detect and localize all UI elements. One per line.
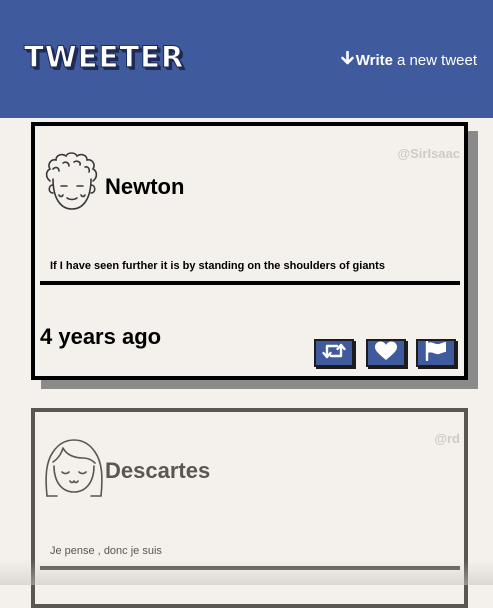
tweet-timestamp: 4 years ago (40, 324, 162, 349)
retweet-button[interactable] (314, 339, 354, 367)
bottom-shadow (0, 560, 493, 585)
top-nav: TWEETER Write a new tweet (0, 0, 493, 118)
author-name: Newton (105, 174, 185, 199)
divider (40, 281, 460, 285)
author-name: Descartes (105, 458, 211, 483)
flag-icon (424, 340, 448, 365)
new-tweet-label: a new tweet (396, 51, 477, 69)
like-button[interactable] (366, 339, 406, 367)
retweet-icon (321, 342, 347, 364)
bob-hair-avatar-icon (43, 436, 105, 502)
tweet-content: Je pense , donc je suis (50, 545, 162, 557)
write-label: Write (355, 51, 393, 69)
arrow-down-icon (340, 50, 354, 69)
author-handle: @rd (434, 431, 460, 446)
author-handle: @SirIsaac (397, 146, 460, 161)
flag-button[interactable] (416, 339, 456, 367)
curly-hair-avatar-icon (41, 151, 103, 217)
write-tweet-button[interactable]: Write a new tweet (340, 50, 477, 69)
tweet-card: Newton @SirIsaac If I have seen further … (31, 122, 468, 380)
app-logo[interactable]: TWEETER (23, 40, 184, 75)
tweet-content: If I have seen further it is by standing… (50, 260, 385, 272)
heart-icon (374, 341, 398, 365)
